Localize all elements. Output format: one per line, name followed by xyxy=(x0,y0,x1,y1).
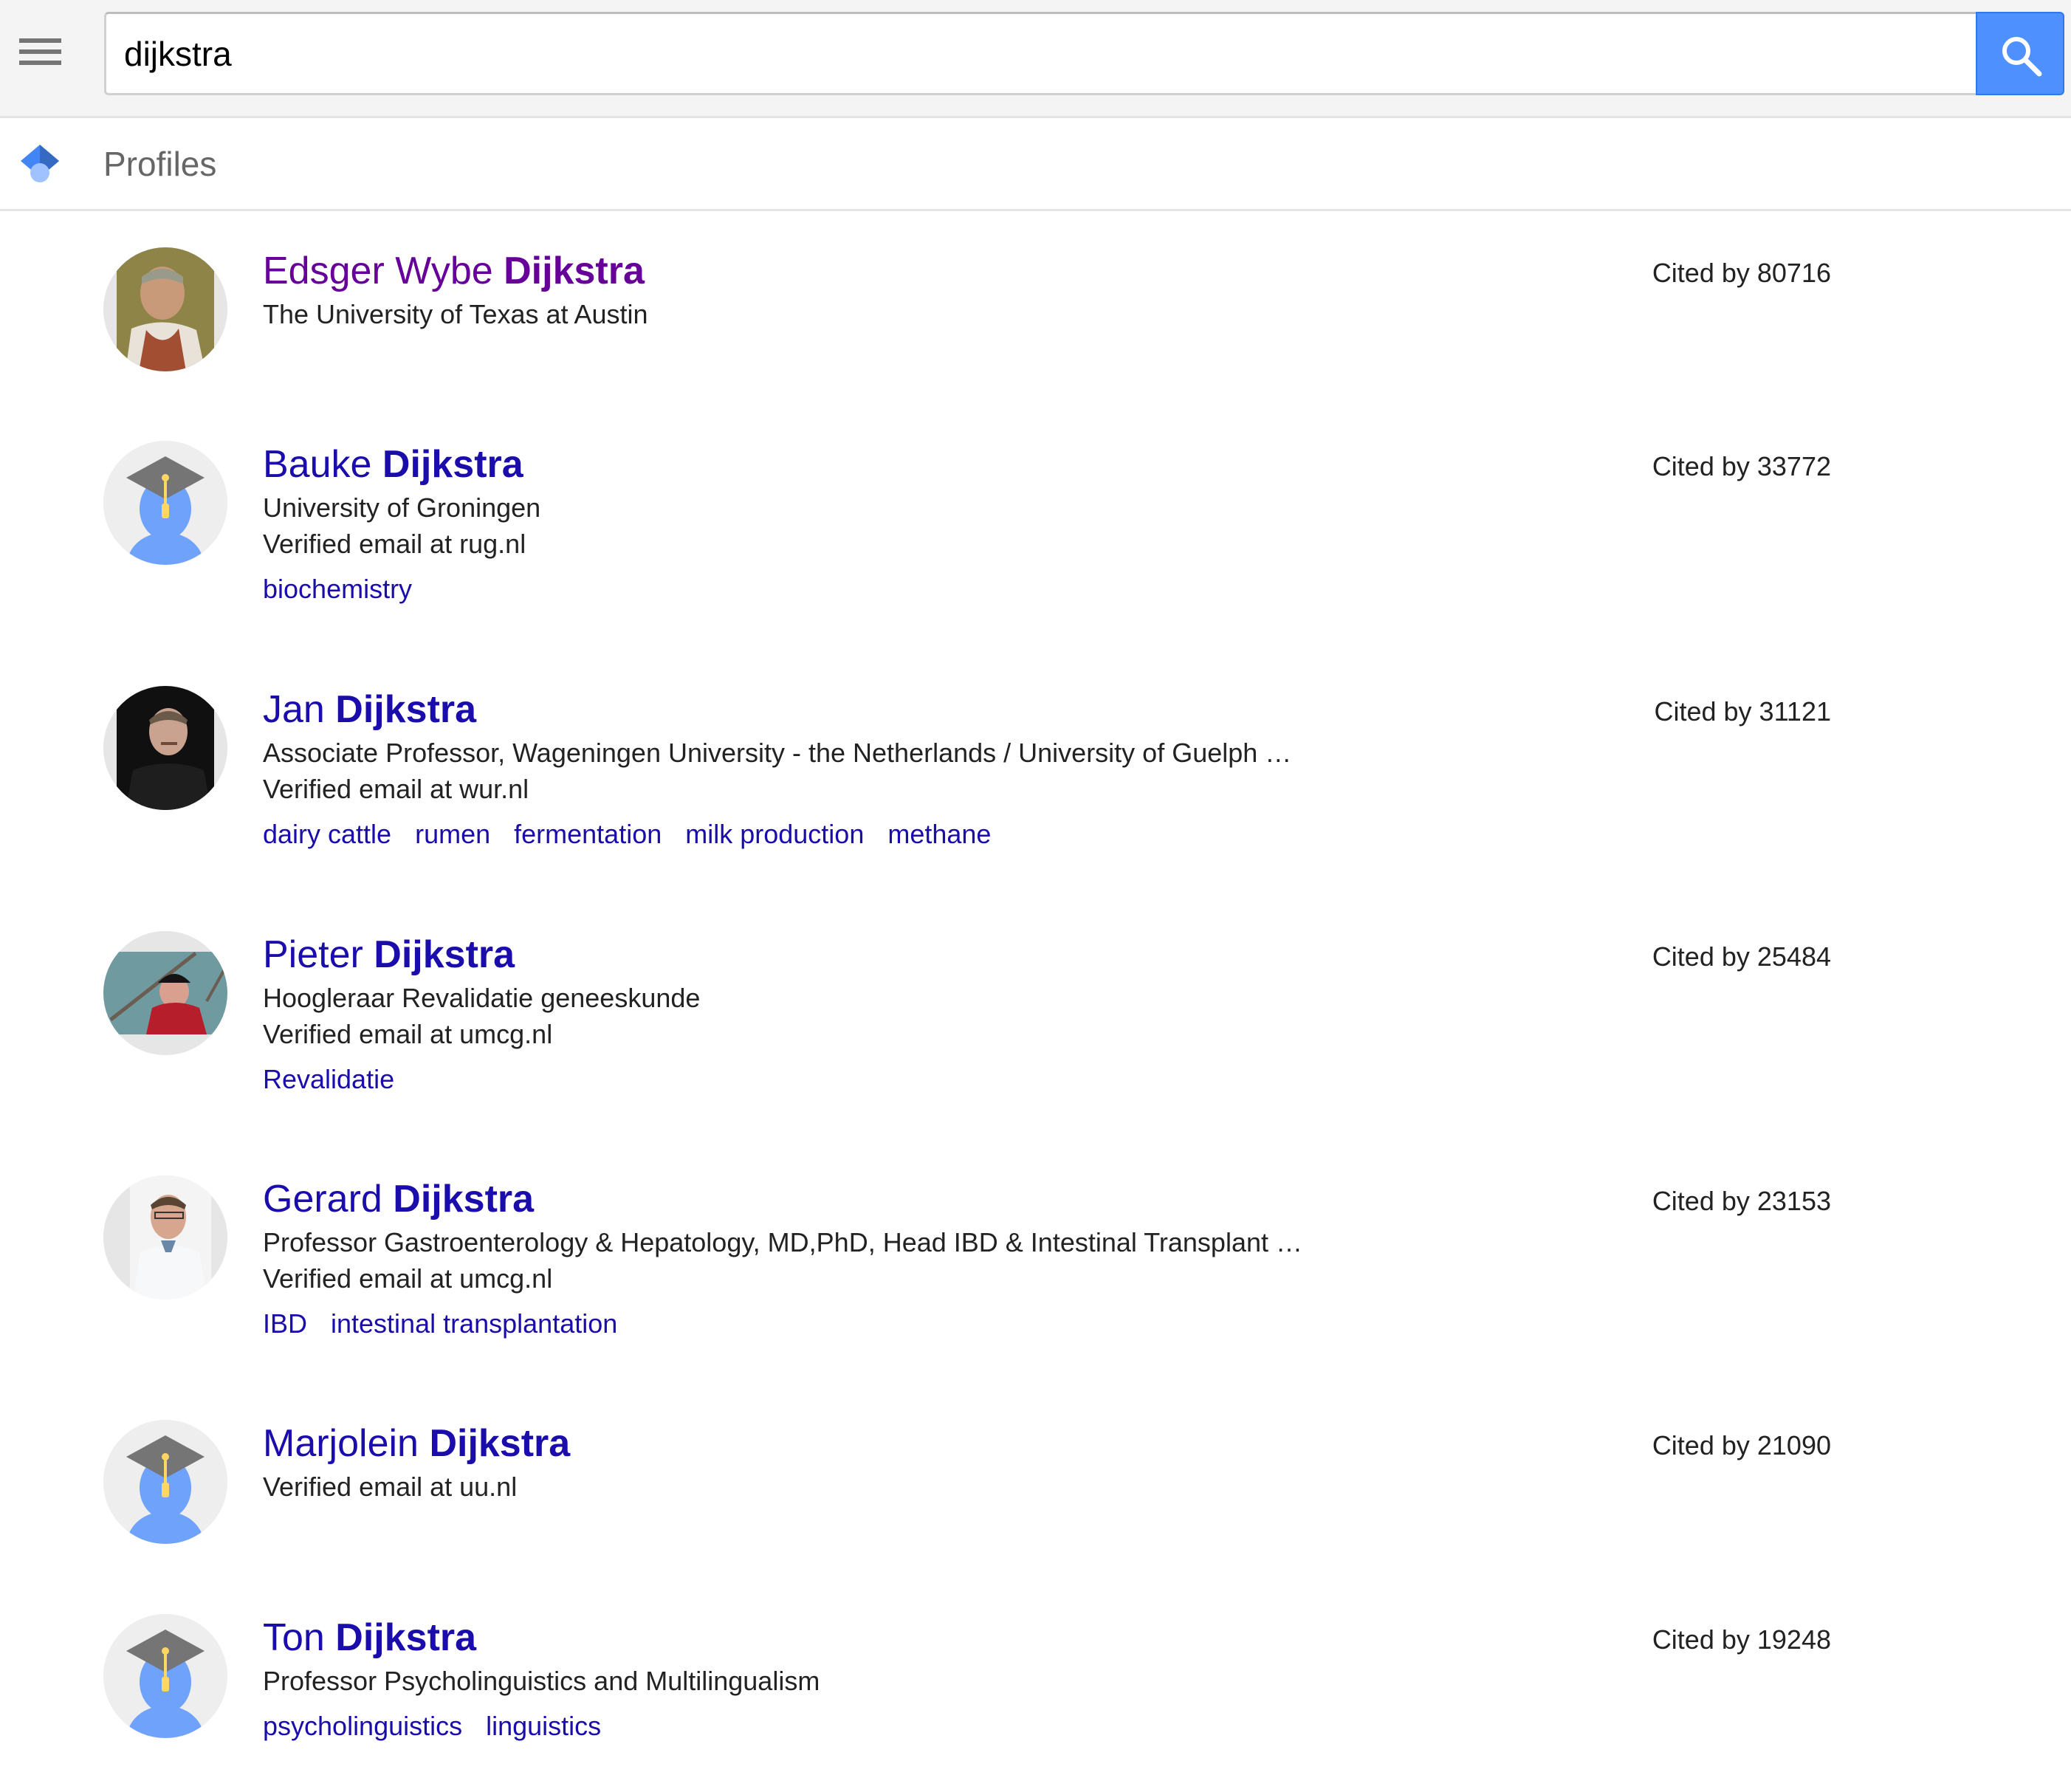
profile-info: Marjolein Dijkstra Verified email at uu.n… xyxy=(263,1420,1592,1505)
profile-name-link[interactable]: Pieter Dijkstra xyxy=(263,931,1592,978)
verified-email: Verified email at umcg.nl xyxy=(263,1019,553,1049)
section-title: Profiles xyxy=(103,145,217,183)
cited-by-count: Cited by 80716 xyxy=(1652,258,1831,288)
last-name-highlight: Dijkstra xyxy=(335,688,477,731)
last-name-highlight: Dijkstra xyxy=(504,250,645,292)
interest-tag-link[interactable]: linguistics xyxy=(486,1711,601,1741)
search-box xyxy=(104,12,1976,95)
first-name: Gerard xyxy=(263,1178,382,1221)
interest-tag-link[interactable]: Revalidatie xyxy=(263,1064,394,1094)
interest-tags: psycholinguistics linguistics xyxy=(263,1708,1592,1745)
profile-photo xyxy=(103,247,227,371)
interest-tag-link[interactable]: psycholinguistics xyxy=(263,1711,462,1741)
profile-info: Ton Dijkstra Professor Psycholinguistics … xyxy=(263,1614,1592,1745)
avatar[interactable] xyxy=(103,441,227,565)
last-name-highlight: Dijkstra xyxy=(374,933,515,976)
verified-email: Verified email at umcg.nl xyxy=(263,1263,553,1294)
last-name-highlight: Dijkstra xyxy=(335,1616,477,1659)
first-name: Bauke xyxy=(263,443,372,486)
interest-tags: Revalidatie xyxy=(263,1061,1592,1098)
menu-line xyxy=(19,38,61,43)
avatar[interactable] xyxy=(103,931,227,1055)
first-name: Ton xyxy=(263,1616,325,1659)
profile-name-link[interactable]: Ton Dijkstra xyxy=(263,1614,1592,1661)
avatar[interactable] xyxy=(103,1614,227,1738)
search-input[interactable] xyxy=(124,14,1955,93)
cited-by-count: Cited by 31121 xyxy=(1654,696,1831,727)
top-bar xyxy=(0,0,2071,118)
interest-tags: IBD intestinal transplantation xyxy=(263,1305,1592,1342)
menu-line xyxy=(19,61,61,65)
verified-email: Verified email at uu.nl xyxy=(263,1472,518,1502)
profile-name-link[interactable]: Jan Dijkstra xyxy=(263,686,1592,733)
interest-tag-link[interactable]: biochemistry xyxy=(263,574,412,604)
cited-by-count: Cited by 33772 xyxy=(1652,451,1831,481)
scholar-cap-icon xyxy=(21,145,59,182)
affiliation: Professor Gastroenterology & Hepatology,… xyxy=(263,1227,1302,1257)
last-name-highlight: Dijkstra xyxy=(393,1178,535,1221)
profile-info: Bauke Dijkstra University of Groningen Ver… xyxy=(263,441,1592,608)
cited-by-count: Cited by 19248 xyxy=(1652,1624,1831,1655)
verified-email: Verified email at rug.nl xyxy=(263,529,526,559)
affiliation: University of Groningen xyxy=(263,492,541,523)
profiles-header: Profiles xyxy=(0,118,2071,211)
profile-name-link[interactable]: Edsger Wybe Dijkstra xyxy=(263,247,1592,295)
interest-tags: dairy cattle rumen fermentation milk produc… xyxy=(263,816,1592,853)
first-name: Pieter xyxy=(263,933,363,976)
profile-photo xyxy=(103,931,227,1055)
cited-by-count: Cited by 25484 xyxy=(1652,941,1831,972)
profile-info: Gerard Dijkstra Professor Gastroenterolog… xyxy=(263,1175,1592,1342)
affiliation: Professor Psycholinguistics and Multilin… xyxy=(263,1666,820,1696)
affiliation: The University of Texas at Austin xyxy=(263,299,648,329)
hamburger-menu-icon[interactable] xyxy=(18,35,62,68)
search-button[interactable] xyxy=(1976,12,2064,95)
interest-tag-link[interactable]: rumen xyxy=(415,819,490,849)
profile-name-link[interactable]: Bauke Dijkstra xyxy=(263,441,1592,488)
first-name: Jan xyxy=(263,688,325,731)
profile-info: Edsger Wybe Dijkstra The University of Te… xyxy=(263,247,1592,332)
default-avatar-icon xyxy=(103,441,227,565)
avatar[interactable] xyxy=(103,247,227,371)
first-name: Edsger Wybe xyxy=(263,250,493,292)
avatar[interactable] xyxy=(103,1420,227,1544)
interest-tag-link[interactable]: intestinal transplantation xyxy=(331,1308,617,1339)
profile-name-link[interactable]: Marjolein Dijkstra xyxy=(263,1420,1592,1467)
affiliation: Associate Professor, Wageningen Universi… xyxy=(263,738,1292,768)
profile-name-link[interactable]: Gerard Dijkstra xyxy=(263,1175,1592,1223)
last-name-highlight: Dijkstra xyxy=(429,1422,571,1465)
interest-tag-link[interactable]: milk production xyxy=(685,819,864,849)
search-icon xyxy=(2002,37,2042,77)
avatar[interactable] xyxy=(103,1175,227,1300)
interest-tag-link[interactable]: dairy cattle xyxy=(263,819,391,849)
cited-by-count: Cited by 23153 xyxy=(1652,1186,1831,1216)
profile-photo xyxy=(103,686,227,810)
avatar[interactable] xyxy=(103,686,227,810)
interest-tag-link[interactable]: methane xyxy=(887,819,991,849)
interest-tag-link[interactable]: fermentation xyxy=(514,819,662,849)
profile-info: Pieter Dijkstra Hoogleraar Revalidatie ge… xyxy=(263,931,1592,1098)
verified-email: Verified email at wur.nl xyxy=(263,774,529,804)
default-avatar-icon xyxy=(103,1614,227,1738)
interest-tags: biochemistry xyxy=(263,571,1592,608)
interest-tag-link[interactable]: IBD xyxy=(263,1308,307,1339)
first-name: Marjolein xyxy=(263,1422,419,1465)
last-name-highlight: Dijkstra xyxy=(382,443,523,486)
default-avatar-icon xyxy=(103,1420,227,1544)
menu-line xyxy=(19,49,61,54)
profile-info: Jan Dijkstra Associate Professor, Wagenin… xyxy=(263,686,1592,853)
cited-by-count: Cited by 21090 xyxy=(1652,1430,1831,1460)
profile-photo xyxy=(103,1175,227,1300)
affiliation: Hoogleraar Revalidatie geneeskunde xyxy=(263,983,701,1013)
